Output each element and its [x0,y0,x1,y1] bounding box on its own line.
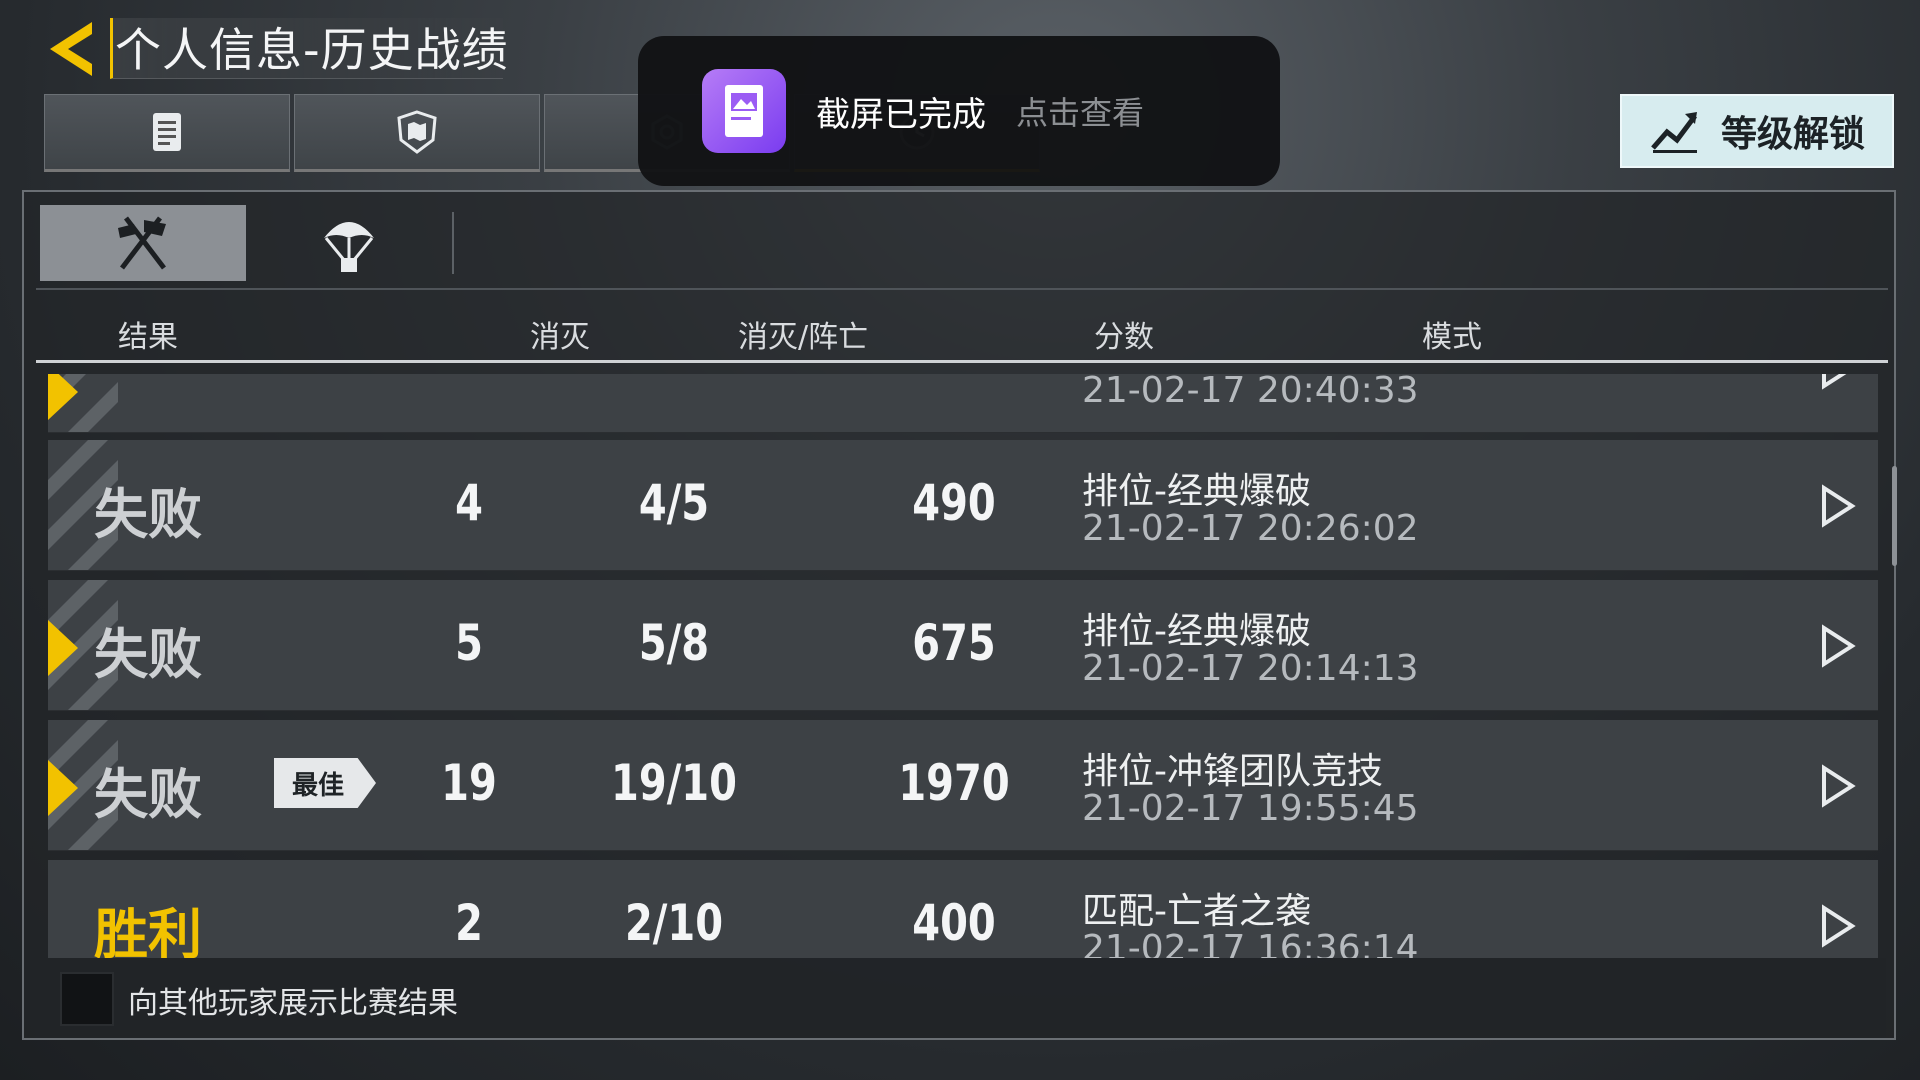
table-row[interactable]: 失败 4 4/5 490 排位-经典爆破 21-02-17 20:26:02 [48,440,1878,571]
play-arrow-icon[interactable] [1816,904,1856,948]
row-score: 1970 [898,754,1010,812]
play-arrow-icon[interactable] [1816,624,1856,668]
row-mode: 排位-经典爆破 [1082,611,1311,652]
row-kills: 2 [455,894,483,952]
play-arrow-icon[interactable] [1816,484,1856,528]
crossed-weapons-icon [118,216,166,270]
subtab-divider [452,212,454,274]
toast-title: 截屏已完成 [816,94,986,135]
document-icon [153,113,181,151]
row-marker [48,760,78,816]
level-unlock-button[interactable]: 等级解锁 [1620,94,1894,168]
play-arrow-icon[interactable] [1816,374,1856,390]
row-time: 21-02-17 20:26:02 [1082,508,1419,549]
row-mode: 排位-冲锋团队竞技 [1082,751,1383,792]
row-kills: 19 [441,754,497,812]
screenshot-image-icon [702,69,786,153]
show-results-label: 向其他玩家展示比赛结果 [128,986,458,1021]
row-time: 21-02-17 16:36:14 [1082,928,1419,958]
row-mode: 匹配-亡者之袭 [1082,891,1311,932]
table-row[interactable]: 失败 5 5/8 675 排位-经典爆破 21-02-17 20:14:13 [48,580,1878,711]
header-underline [36,360,1888,363]
growth-chart-icon [1651,112,1697,153]
tab-ranked[interactable] [294,94,540,172]
parachute-icon [324,222,374,272]
column-header-kills: 消灭 [530,320,590,355]
level-unlock-label: 等级解锁 [1720,114,1865,155]
tab-profile[interactable] [44,94,290,172]
row-marker [48,374,78,420]
best-badge: 最佳 [274,758,376,808]
row-time: 21-02-17 20:40:33 [1082,374,1419,411]
row-kills: 5 [455,614,483,672]
row-time: 21-02-17 20:14:13 [1082,648,1419,689]
row-result: 失败 [94,623,202,686]
column-header-result: 结果 [118,320,178,355]
row-kd: 19/10 [611,754,737,812]
row-result: 失败 [94,483,202,546]
subtab-multiplayer[interactable] [40,205,246,281]
row-time: 21-02-17 19:55:45 [1082,788,1419,829]
column-header-score: 分数 [1094,320,1154,355]
table-row[interactable]: 胜利 2 2/10 400 匹配-亡者之袭 21-02-17 16:36:14 [48,860,1878,958]
row-kd: 5/8 [638,614,710,672]
play-arrow-icon[interactable] [1816,764,1856,808]
row-score: 675 [912,614,996,672]
row-result: 胜利 [94,903,202,958]
show-results-checkbox[interactable] [60,972,114,1026]
column-header-mode: 模式 [1422,320,1482,355]
row-kills: 4 [455,474,483,532]
table-row[interactable]: 21-02-17 20:40:33 [48,374,1878,433]
row-score: 400 [912,894,996,952]
table-row[interactable]: 失败 最佳 19 19/10 1970 排位-冲锋团队竞技 21-02-17 1… [48,720,1878,851]
back-arrow-icon [50,22,92,76]
column-header-kd: 消灭/阵亡 [738,320,869,355]
row-marker [48,620,78,676]
row-score: 490 [912,474,996,532]
page-title: 个人信息-历史战绩 [115,23,509,77]
row-result: 失败 [94,763,202,826]
row-kd: 2/10 [624,894,724,952]
shield-map-icon [397,110,437,154]
subtab-underline [36,288,1888,290]
match-list[interactable]: 21-02-17 20:40:33 失败 4 4/5 490 排位-经典爆破 2… [36,374,1886,958]
screenshot-toast[interactable]: 截屏已完成 点击查看 [638,36,1280,186]
row-mode: 排位-经典爆破 [1082,471,1311,512]
row-kd: 4/5 [638,474,710,532]
list-scrollbar[interactable] [1892,466,1897,566]
toast-view-link[interactable]: 点击查看 [1016,88,1144,134]
back-button[interactable] [40,14,110,84]
subtab-battle-royale[interactable] [246,205,452,281]
